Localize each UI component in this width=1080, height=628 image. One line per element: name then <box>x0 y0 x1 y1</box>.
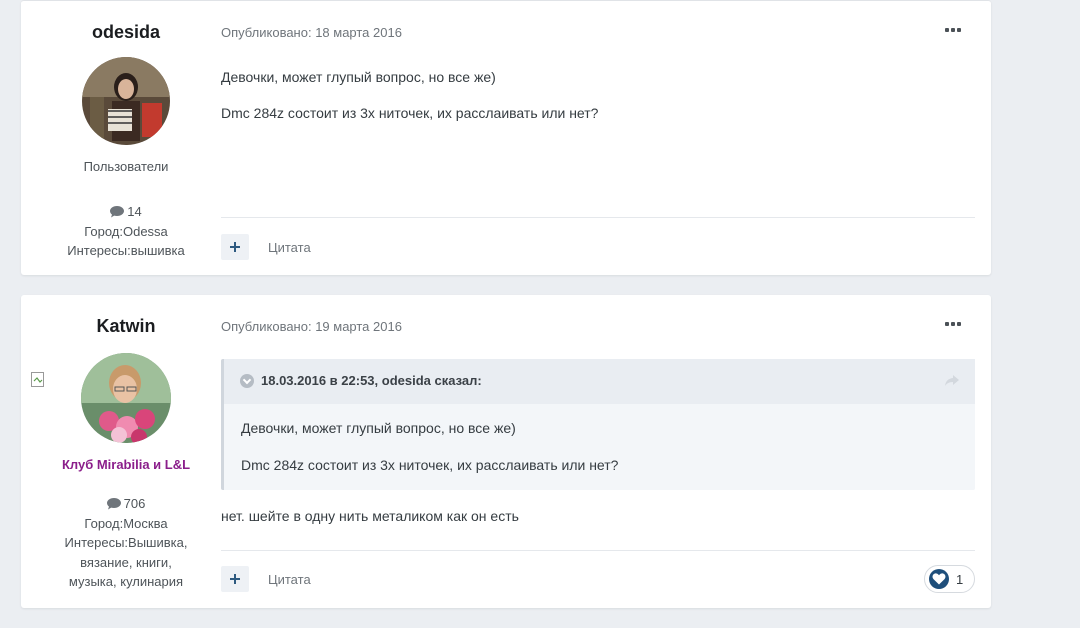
plus-icon[interactable] <box>221 234 249 260</box>
quote-header: 18.03.2016 в 22:53, odesida сказал: <box>224 359 975 404</box>
post-paragraph: Девочки, может глупый вопрос, но все же) <box>221 69 496 85</box>
reaction-count: 1 <box>956 572 964 587</box>
post-paragraph: нет. шейте в одну нить металиком как он … <box>221 508 519 524</box>
speech-bubble-icon <box>106 498 121 510</box>
post-date[interactable]: Опубликовано: 18 марта 2016 <box>221 25 402 40</box>
user-group: Пользователи <box>83 159 169 174</box>
avatar[interactable] <box>82 57 170 145</box>
post-body: Девочки, может глупый вопрос, но все же)… <box>221 67 598 139</box>
post-count: 14 <box>43 202 209 222</box>
quote-button[interactable]: Цитата <box>268 240 311 255</box>
divider <box>221 217 975 218</box>
heart-icon <box>929 569 949 589</box>
quote-body: Девочки, может глупый вопрос, но все же)… <box>224 404 975 475</box>
speech-bubble-icon <box>110 206 125 218</box>
divider <box>221 550 975 551</box>
user-group: Клуб Mirabilia и L&L <box>61 457 191 472</box>
interests: вязание, книги, <box>80 554 172 570</box>
quote-block: 18.03.2016 в 22:53, odesida сказал: Дево… <box>221 359 975 490</box>
author-panel: Katwin Клуб Mirabilia и L&L 706 Город:Мо… <box>31 316 209 592</box>
reaction-button[interactable]: 1 <box>924 565 975 593</box>
post-odesida: odesida Пользователи 14 Город:Odessa Инт… <box>21 0 991 275</box>
plus-icon[interactable] <box>221 566 249 592</box>
city: Город:Odessa <box>84 223 168 239</box>
post-count: 706 <box>43 494 209 514</box>
share-icon[interactable] <box>945 375 959 390</box>
author-name[interactable]: Katwin <box>43 316 209 337</box>
avatar[interactable] <box>81 353 171 443</box>
quote-button[interactable]: Цитата <box>268 572 311 587</box>
interests: Интересы:вышивка <box>67 243 185 258</box>
quote-paragraph: Dmc 284z состоит из 3х ниточек, их рассл… <box>241 457 619 473</box>
city: Город:Москва <box>84 515 168 531</box>
post-count-value: 14 <box>127 204 142 219</box>
quote-citation[interactable]: 18.03.2016 в 22:53, odesida сказал: <box>261 373 482 388</box>
post-date[interactable]: Опубликовано: 19 марта 2016 <box>221 319 402 334</box>
post-content: Опубликовано: 18 марта 2016 Девочки, мож… <box>221 1 975 276</box>
ellipsis-icon[interactable] <box>945 28 963 36</box>
interests: музыка, кулинария <box>68 574 184 589</box>
interests: Интересы:Вышивка, <box>64 535 188 550</box>
author-name[interactable]: odesida <box>43 22 209 43</box>
post-paragraph: Dmc 284z состоит из 3х ниточек, их рассл… <box>221 105 599 121</box>
post-count-value: 706 <box>123 496 146 511</box>
post-content: Опубликовано: 19 марта 2016 18.03.2016 в… <box>221 295 975 608</box>
post-body: нет. шейте в одну нить металиком как он … <box>221 506 519 542</box>
quote-paragraph: Девочки, может глупый вопрос, но все же) <box>241 420 516 436</box>
ellipsis-icon[interactable] <box>945 322 963 330</box>
broken-image-icon <box>31 372 47 388</box>
post-katwin: Katwin Клуб Mirabilia и L&L 706 Город:Мо… <box>21 295 991 608</box>
chevron-down-icon[interactable] <box>240 374 254 388</box>
author-panel: odesida Пользователи 14 Город:Odessa Инт… <box>43 22 209 261</box>
